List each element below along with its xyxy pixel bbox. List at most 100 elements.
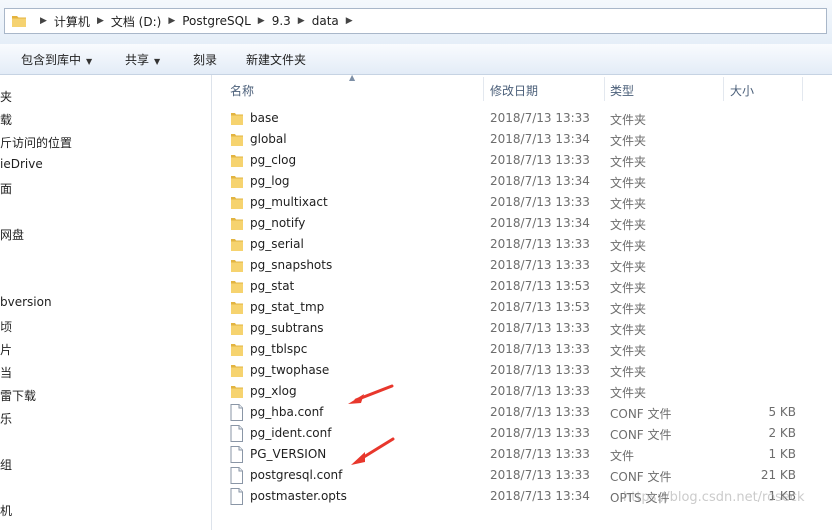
file-row[interactable]: pg_twophase 2018/7/13 13:33 文件夹 bbox=[212, 360, 832, 381]
file-modified-date: 2018/7/13 13:33 bbox=[490, 195, 590, 209]
file-type: 文件夹 bbox=[610, 113, 647, 127]
file-modified-date: 2018/7/13 13:33 bbox=[490, 468, 590, 482]
file-icon bbox=[230, 425, 243, 445]
address-bar[interactable]: ▶ 计算机 ▶ 文档 (D:) ▶ PostgreSQL ▶ 9.3 ▶ dat… bbox=[4, 8, 827, 34]
column-header-size[interactable]: 大小 bbox=[730, 82, 754, 99]
file-icon bbox=[230, 488, 243, 508]
include-in-library-label: 包含到库中 bbox=[21, 53, 82, 67]
file-icon bbox=[230, 467, 243, 487]
file-type: 文件夹 bbox=[610, 239, 647, 253]
file-row[interactable]: pg_multixact 2018/7/13 13:33 文件夹 bbox=[212, 192, 832, 213]
chevron-right-icon[interactable]: ▶ bbox=[168, 16, 175, 26]
new-folder-label: 新建文件夹 bbox=[246, 53, 307, 67]
file-row[interactable]: pg_notify 2018/7/13 13:34 文件夹 bbox=[212, 213, 832, 234]
nav-item[interactable]: 夹 bbox=[0, 88, 12, 105]
nav-item[interactable]: 当 bbox=[0, 364, 12, 381]
file-type: 文件夹 bbox=[610, 386, 647, 400]
file-type: 文件夹 bbox=[610, 365, 647, 379]
file-list: ▲ 名称 修改日期 类型 大小 base 2018/7/13 13:33 文件夹 gl… bbox=[212, 73, 832, 530]
folder-icon bbox=[230, 131, 244, 150]
file-type: 文件夹 bbox=[610, 323, 647, 337]
nav-item[interactable]: 载 bbox=[0, 111, 12, 128]
folder-icon bbox=[230, 257, 244, 276]
file-row[interactable]: pg_tblspc 2018/7/13 13:33 文件夹 bbox=[212, 339, 832, 360]
column-header-type[interactable]: 类型 bbox=[610, 82, 634, 99]
new-folder-button[interactable]: 新建文件夹 bbox=[246, 51, 306, 68]
file-row[interactable]: pg_subtrans 2018/7/13 13:33 文件夹 bbox=[212, 318, 832, 339]
file-name: pg_notify bbox=[250, 216, 306, 230]
file-row[interactable]: postgresql.conf 2018/7/13 13:33 CONF 文件 21 … bbox=[212, 465, 832, 486]
folder-icon bbox=[230, 278, 244, 297]
file-name: pg_hba.conf bbox=[250, 405, 324, 419]
file-row[interactable]: pg_serial 2018/7/13 13:33 文件夹 bbox=[212, 234, 832, 255]
file-name: global bbox=[250, 132, 287, 146]
chevron-right-icon[interactable]: ▶ bbox=[97, 16, 104, 26]
file-row[interactable]: pg_hba.conf 2018/7/13 13:33 CONF 文件 5 KB bbox=[212, 402, 832, 423]
include-in-library-button[interactable]: 包含到库中 ▼ bbox=[21, 51, 92, 68]
column-divider[interactable] bbox=[604, 77, 605, 101]
file-row[interactable]: global 2018/7/13 13:34 文件夹 bbox=[212, 129, 832, 150]
dropdown-caret-icon: ▼ bbox=[86, 57, 93, 66]
file-row[interactable]: pg_log 2018/7/13 13:34 文件夹 bbox=[212, 171, 832, 192]
breadcrumb-version[interactable]: 9.3 bbox=[272, 14, 291, 28]
column-divider[interactable] bbox=[802, 77, 803, 101]
nav-item[interactable]: 面 bbox=[0, 180, 12, 197]
file-name: postmaster.opts bbox=[250, 489, 347, 503]
breadcrumb-drive-d[interactable]: 文档 (D:) bbox=[111, 13, 161, 30]
file-modified-date: 2018/7/13 13:33 bbox=[490, 237, 590, 251]
file-row[interactable]: pg_stat 2018/7/13 13:53 文件夹 bbox=[212, 276, 832, 297]
chevron-right-icon[interactable]: ▶ bbox=[298, 16, 305, 26]
nav-item[interactable]: 斤访问的位置 bbox=[0, 134, 72, 151]
file-size: 5 KB bbox=[768, 405, 796, 419]
file-type: 文件夹 bbox=[610, 344, 647, 358]
chevron-right-icon[interactable]: ▶ bbox=[258, 16, 265, 26]
annotation-arrow-icon bbox=[351, 437, 395, 465]
column-divider[interactable] bbox=[723, 77, 724, 101]
nav-item[interactable]: 乐 bbox=[0, 410, 12, 427]
nav-item[interactable]: 机 bbox=[0, 502, 12, 519]
file-row[interactable]: pg_stat_tmp 2018/7/13 13:53 文件夹 bbox=[212, 297, 832, 318]
nav-item[interactable]: 组 bbox=[0, 456, 12, 473]
burn-button[interactable]: 刻录 bbox=[193, 51, 217, 68]
column-divider[interactable] bbox=[483, 77, 484, 101]
nav-item[interactable]: 顷 bbox=[0, 318, 12, 335]
file-row[interactable]: pg_xlog 2018/7/13 13:33 文件夹 bbox=[212, 381, 832, 402]
file-row[interactable]: base 2018/7/13 13:33 文件夹 bbox=[212, 108, 832, 129]
nav-item[interactable]: 片 bbox=[0, 341, 12, 358]
file-type: CONF 文件 bbox=[610, 470, 672, 484]
file-name: pg_stat bbox=[250, 279, 295, 293]
folder-icon bbox=[230, 215, 244, 234]
nav-item[interactable]: 网盘 bbox=[0, 226, 24, 243]
file-name: pg_subtrans bbox=[250, 321, 324, 335]
file-type: 文件夹 bbox=[610, 302, 647, 316]
breadcrumb-computer[interactable]: 计算机 bbox=[54, 13, 90, 30]
file-size: 21 KB bbox=[760, 468, 796, 482]
folder-icon bbox=[11, 14, 27, 28]
file-row[interactable]: pg_clog 2018/7/13 13:33 文件夹 bbox=[212, 150, 832, 171]
chevron-right-icon[interactable]: ▶ bbox=[40, 16, 47, 26]
column-header-modified[interactable]: 修改日期 bbox=[490, 82, 538, 99]
breadcrumb-postgresql[interactable]: PostgreSQL bbox=[182, 14, 251, 28]
file-name: PG_VERSION bbox=[250, 447, 327, 461]
folder-icon bbox=[230, 194, 244, 213]
file-name: pg_ident.conf bbox=[250, 426, 332, 440]
column-header-name[interactable]: 名称 bbox=[230, 82, 254, 99]
command-bar: 包含到库中 ▼ 共享 ▼ 刻录 新建文件夹 bbox=[0, 44, 832, 75]
file-row[interactable]: pg_snapshots 2018/7/13 13:33 文件夹 bbox=[212, 255, 832, 276]
breadcrumb-data[interactable]: data bbox=[312, 14, 339, 28]
file-modified-date: 2018/7/13 13:33 bbox=[490, 363, 590, 377]
folder-icon bbox=[230, 320, 244, 339]
file-modified-date: 2018/7/13 13:33 bbox=[490, 405, 590, 419]
nav-item[interactable]: 雷下载 bbox=[0, 387, 36, 404]
file-size: 2 KB bbox=[768, 426, 796, 440]
nav-item[interactable]: bversion bbox=[0, 295, 52, 309]
explorer-window: ▶ 计算机 ▶ 文档 (D:) ▶ PostgreSQL ▶ 9.3 ▶ dat… bbox=[0, 0, 832, 530]
file-row[interactable]: pg_ident.conf 2018/7/13 13:33 CONF 文件 2 KB bbox=[212, 423, 832, 444]
chevron-right-icon[interactable]: ▶ bbox=[346, 16, 353, 26]
file-name: pg_xlog bbox=[250, 384, 297, 398]
file-row[interactable]: PG_VERSION 2018/7/13 13:33 文件 1 KB bbox=[212, 444, 832, 465]
nav-item[interactable]: ieDrive bbox=[0, 157, 43, 171]
file-modified-date: 2018/7/13 13:34 bbox=[490, 216, 590, 230]
share-button[interactable]: 共享 ▼ bbox=[125, 51, 160, 68]
annotation-arrow-icon bbox=[348, 384, 394, 404]
